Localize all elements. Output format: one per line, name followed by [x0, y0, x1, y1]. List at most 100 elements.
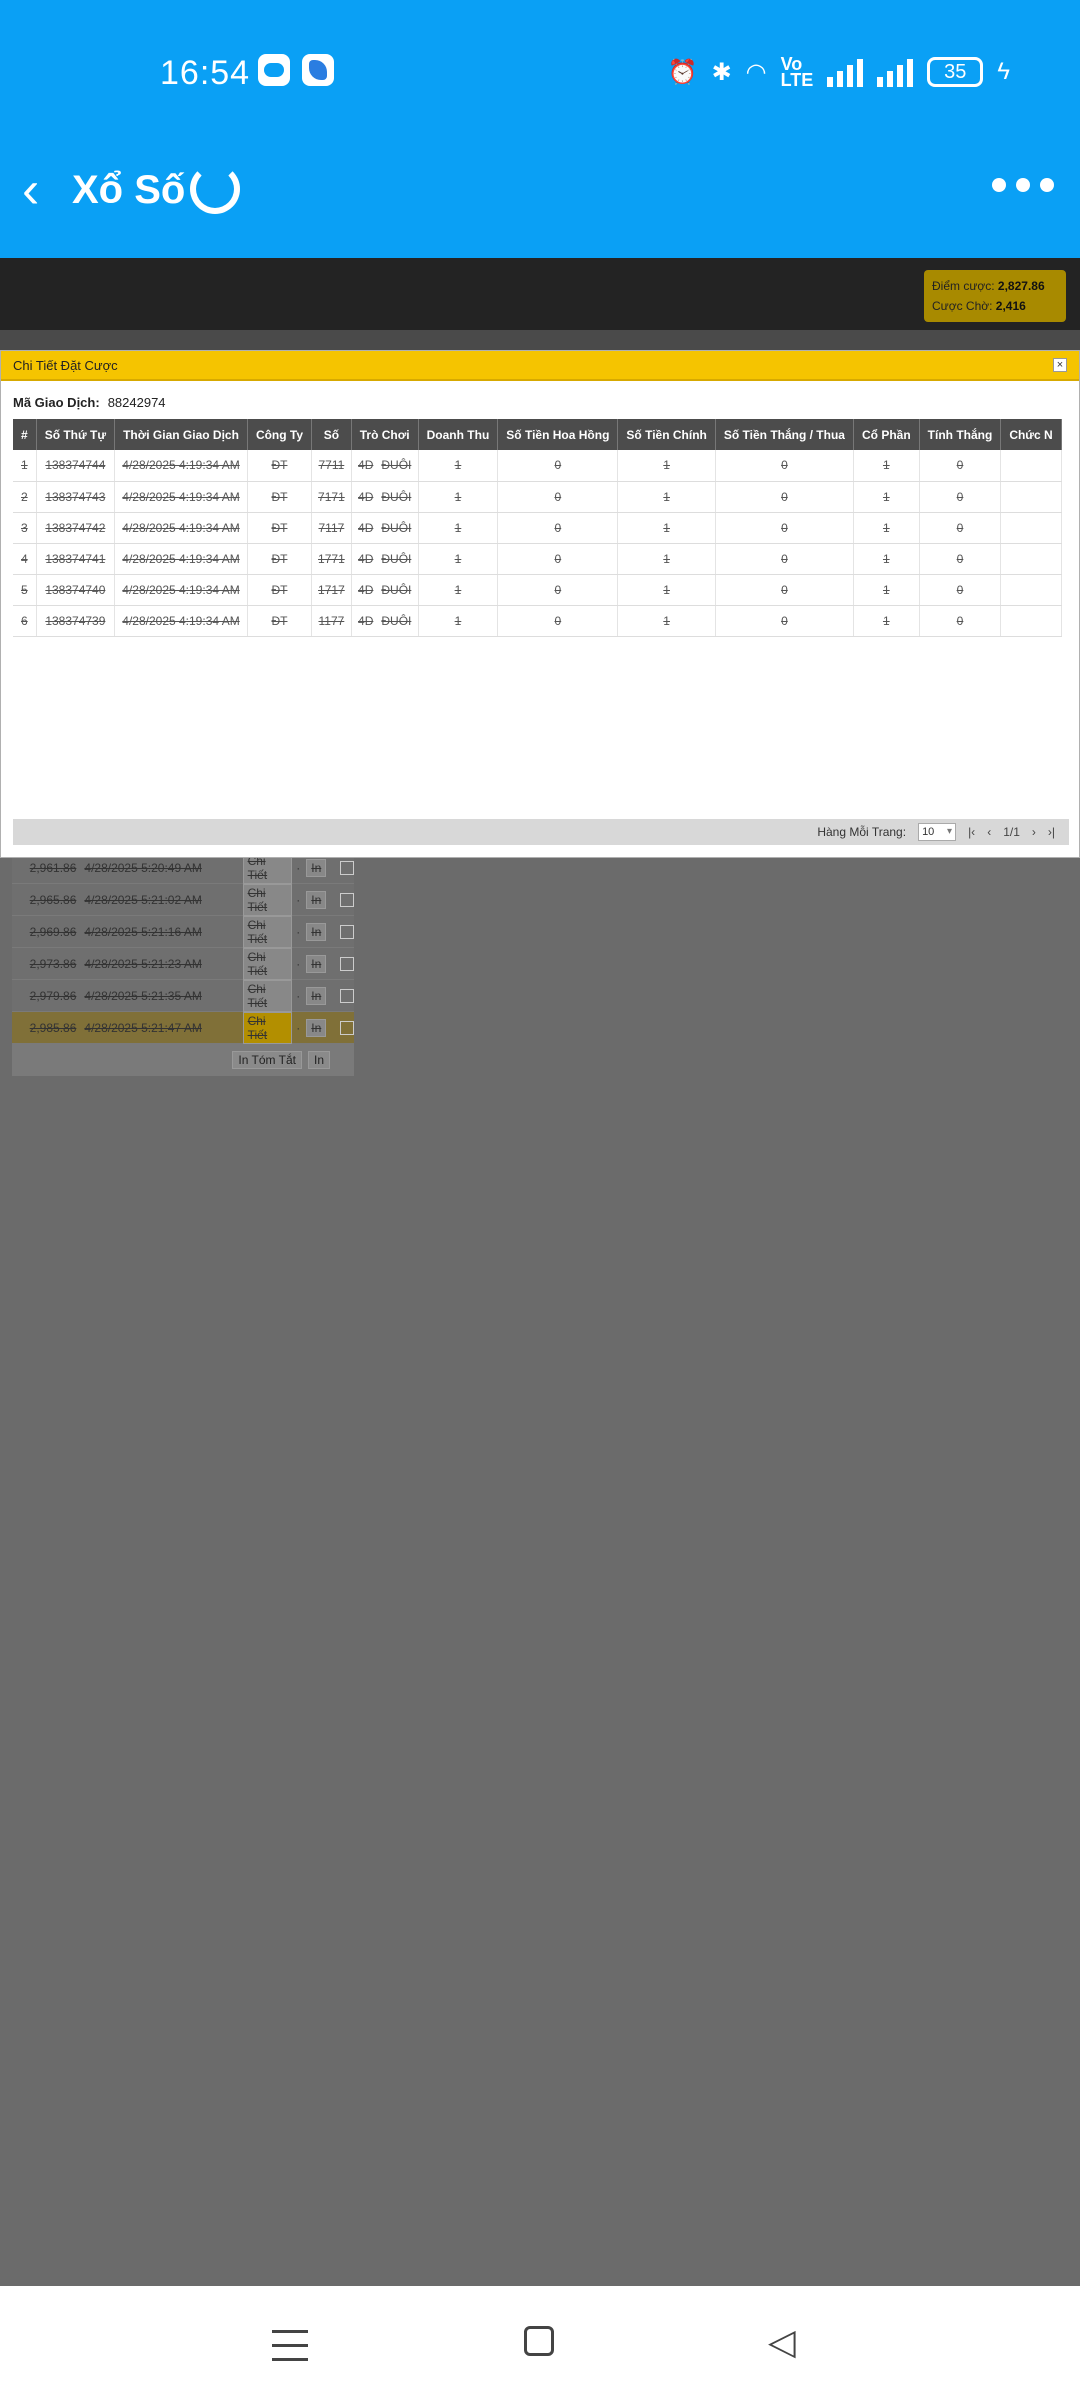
table-cell: 0	[497, 481, 619, 513]
game-variant: ĐUÔI	[381, 489, 412, 504]
pending-label: Cược Chờ:	[932, 299, 993, 313]
game-type: 4D	[358, 551, 374, 566]
table-cell: 0	[919, 481, 1002, 513]
table-cell: 4	[13, 543, 37, 575]
game-variant: ĐUÔI	[381, 551, 412, 566]
column-header: Tính Thắng	[919, 419, 1002, 450]
txn-label: Mã Giao Dịch:	[13, 395, 100, 410]
table-cell: 1	[853, 543, 920, 575]
select-checkbox[interactable]	[340, 956, 354, 971]
table-cell: ĐT	[247, 450, 313, 482]
table-cell: 0	[715, 543, 854, 575]
table-cell: 0	[497, 450, 619, 482]
separator: ·	[296, 892, 301, 907]
bluetooth-icon: ✱	[711, 58, 732, 86]
print-button[interactable]: In	[306, 922, 327, 941]
table-cell	[1000, 512, 1062, 544]
table-row: 6 138374739 4/28/2025 4:19:34 AM ĐT 1177 4D ĐU…	[13, 605, 1062, 637]
table-cell: 1771	[311, 543, 352, 575]
table-cell: 1717	[311, 574, 352, 606]
pager: Hàng Mỗi Trang: 10 |‹ ‹ 1/1 › ›|	[13, 819, 1069, 845]
rows-per-page-select[interactable]: 10	[918, 823, 957, 841]
back-triangle-icon[interactable]: ◁	[768, 2324, 796, 2360]
detail-table-wrap[interactable]: # Số Thứ Tự Thời Gian Giao Dịch Công Ty Số Tr…	[13, 419, 1069, 649]
detail-button[interactable]: Chi Tiết	[242, 883, 293, 916]
game-variant: ĐUÔI	[381, 458, 412, 473]
table-cell: 1177	[311, 605, 352, 637]
column-header: Số Thứ Tự	[36, 419, 116, 450]
print-summary-button[interactable]: In Tóm Tắt	[232, 1051, 302, 1069]
table-cell: 0	[919, 512, 1002, 544]
table-cell: 0	[715, 450, 854, 482]
battery-icon: 35	[927, 57, 984, 87]
refresh-icon[interactable]	[190, 164, 240, 214]
dialog-title: Chi Tiết Đặt Cược	[13, 357, 118, 373]
print-button[interactable]: In	[306, 986, 327, 1005]
table-row: 4 138374741 4/28/2025 4:19:34 AM ĐT 1771 4D ĐU…	[13, 543, 1062, 575]
last-page-icon[interactable]: ›|	[1048, 825, 1055, 839]
game-type: 4D	[358, 458, 374, 473]
select-checkbox[interactable]	[340, 1020, 354, 1035]
print-button[interactable]: In	[306, 890, 327, 909]
table-cell	[1000, 605, 1062, 637]
notification-app-icon-2	[302, 54, 334, 86]
table-cell: 138374743	[36, 481, 116, 513]
table-cell: 138374739	[36, 605, 116, 637]
table-cell: 1	[853, 574, 920, 606]
back-arrow-icon[interactable]: ‹	[22, 164, 39, 216]
select-checkbox[interactable]	[340, 860, 354, 875]
print-button[interactable]: In	[306, 1018, 327, 1037]
select-checkbox[interactable]	[340, 924, 354, 939]
next-page-icon[interactable]: ›	[1032, 825, 1036, 839]
close-icon[interactable]: ×	[1053, 358, 1067, 372]
charging-icon: ϟ	[997, 58, 1010, 85]
table-cell: 0	[919, 543, 1002, 575]
column-header: Cổ Phần	[853, 419, 920, 450]
select-checkbox[interactable]	[340, 892, 354, 907]
game-variant: ĐUÔI	[381, 520, 412, 535]
list-item: 2,979.86 4/28/2025 5:21:35 AM Chi Tiết · In	[12, 979, 354, 1012]
table-cell: 4D ĐUÔI	[351, 574, 419, 606]
select-checkbox[interactable]	[340, 988, 354, 1003]
table-cell: 138374740	[36, 574, 116, 606]
table-cell: 1	[617, 605, 716, 637]
detail-button[interactable]: Chi Tiết	[242, 1011, 293, 1044]
table-cell: 1	[418, 512, 499, 544]
column-header: Số	[311, 419, 352, 450]
table-cell: 0	[497, 605, 619, 637]
more-options-icon[interactable]	[992, 178, 1054, 192]
table-cell: 1	[418, 481, 499, 513]
table-cell: 7711	[311, 450, 352, 482]
detail-table: # Số Thứ Tự Thời Gian Giao Dịch Công Ty Số Tr…	[13, 419, 1062, 637]
column-header: Số Tiền Hoa Hồng	[497, 419, 619, 450]
table-row: 3 138374742 4/28/2025 4:19:34 AM ĐT 7117 4D ĐU…	[13, 512, 1062, 544]
home-icon[interactable]	[524, 2326, 554, 2356]
status-time: 16:54	[160, 54, 251, 92]
detail-button[interactable]: Chi Tiết	[242, 947, 293, 980]
recent-apps-icon[interactable]	[272, 2330, 308, 2372]
game-variant: ĐUÔI	[381, 582, 412, 597]
table-cell: ĐT	[247, 481, 313, 513]
bet-amount: 2,961.86	[29, 860, 77, 875]
separator: ·	[296, 988, 301, 1003]
detail-button[interactable]: Chi Tiết	[242, 979, 293, 1012]
table-cell: 1	[418, 543, 499, 575]
prev-page-icon[interactable]: ‹	[987, 825, 991, 839]
balance-box: Điểm cược: 2,827.86 Cược Chờ: 2,416	[924, 270, 1066, 322]
detail-button[interactable]: Chi Tiết	[242, 915, 293, 948]
table-cell: 0	[919, 574, 1002, 606]
txn-value: 88242974	[107, 395, 166, 410]
column-header: Doanh Thu	[418, 419, 499, 450]
signal-icon-2	[877, 57, 914, 87]
column-header: Chức N	[1000, 419, 1062, 450]
pending-value: 2,416	[995, 299, 1026, 313]
table-cell: 1	[13, 450, 37, 482]
list-item: 2,969.86 4/28/2025 5:21:16 AM Chi Tiết · In	[12, 915, 354, 948]
print-button[interactable]: In	[306, 858, 327, 877]
table-cell: ĐT	[247, 543, 313, 575]
table-cell: 7117	[311, 512, 352, 544]
print-all-button[interactable]: In	[307, 1051, 330, 1069]
table-cell: 1	[853, 512, 920, 544]
print-button[interactable]: In	[306, 954, 327, 973]
first-page-icon[interactable]: |‹	[968, 825, 975, 839]
